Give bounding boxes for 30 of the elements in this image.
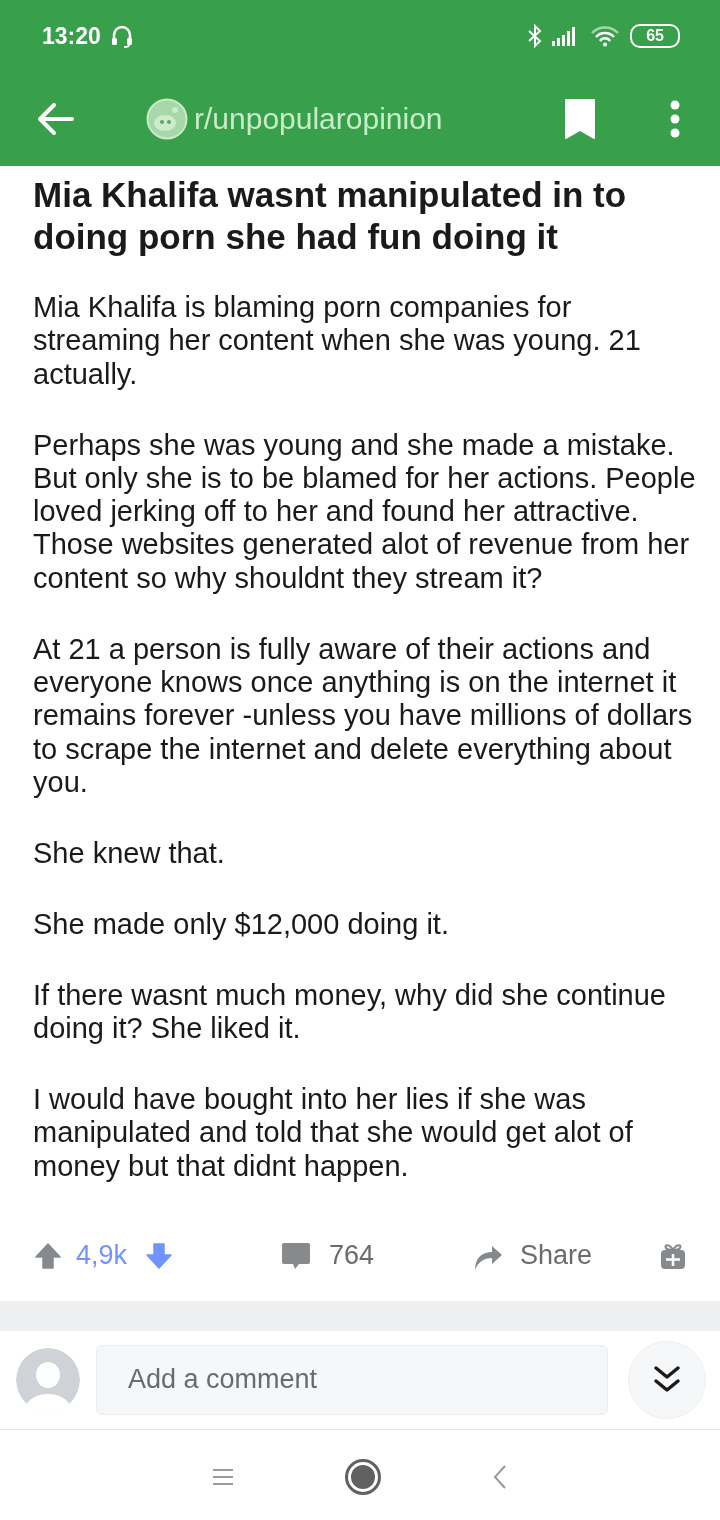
bookmark-icon[interactable] [562,98,598,140]
vote-score: 4,9k [76,1240,128,1272]
back-arrow-icon[interactable] [36,102,74,136]
upvote-arrow-icon[interactable] [34,1241,62,1270]
status-time: 13:20 [42,22,101,50]
post-paragraph: She knew that. [33,836,226,871]
post-paragraph: I would have bought into her lies if she was manipulated and told that she would get alot of money but that didnt happen. [33,1083,634,1184]
headset-icon [110,24,133,48]
home-circle-icon[interactable] [344,1458,382,1497]
post-paragraph: She made only $12,000 doing it. [33,907,450,942]
subreddit-avatar-icon [146,98,188,140]
share-label[interactable]: Share [519,1240,592,1272]
bluetooth-icon [528,24,543,48]
battery-level: 65 [630,24,680,48]
post-title: Mia Khalifa wasnt manipulated in to doing porn she had fun doing it [33,174,628,258]
user-avatar-icon [16,1347,80,1412]
gift-icon[interactable] [660,1241,686,1270]
comment-count: 764 [329,1240,375,1272]
post-paragraph: Mia Khalifa is blaming porn companies for streaming her content when she was young. 21 actually. [33,291,642,391]
downvote-arrow-icon[interactable] [145,1241,174,1270]
post-paragraph: If there wasnt much money, why did she continue doing it? She liked it. [33,978,667,1046]
post-paragraph: At 21 a person is fully aware of their actions and everyone knows once anything is on the internet it remains forever -unless you have millions of dollars to scrape the internet and delete everything about you. [33,632,694,800]
comment-input-field[interactable]: Add a comment [96,1344,608,1415]
comment-bubble-icon[interactable] [281,1240,312,1271]
post-paragraph: Perhaps she was young and she made a mistake. But only she is to be blamed for her actions. People loved jerking off to her and found her attractive. Those websites generated alot of revenue from her content so why shouldnt they stream it? [33,428,697,596]
menu-icon[interactable] [212,1467,234,1488]
wifi-icon [590,25,621,47]
double-chevron-down-icon [652,1364,682,1395]
more-options-icon[interactable] [670,100,680,138]
back-chevron-icon[interactable] [492,1464,508,1491]
